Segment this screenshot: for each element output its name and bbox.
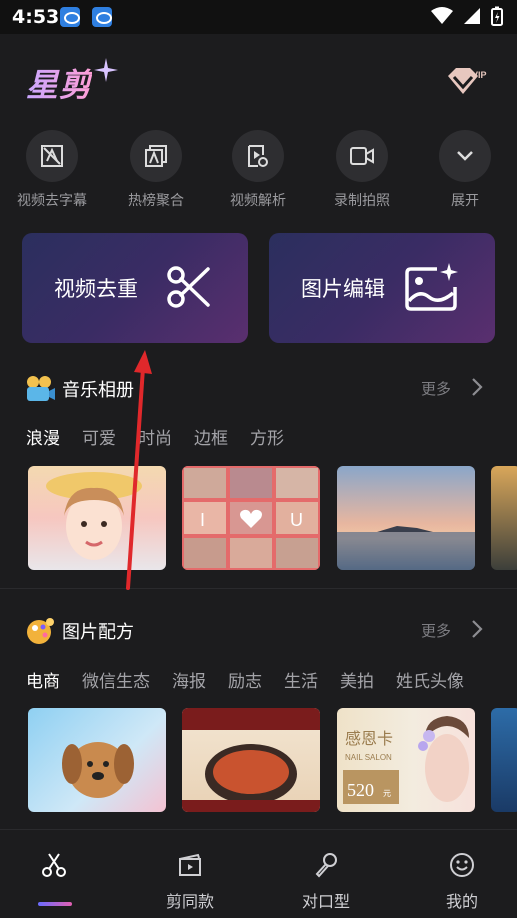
card-title: 感恩卡: [345, 729, 393, 748]
palette-icon: [27, 618, 54, 644]
template-thumbnail[interactable]: [491, 466, 517, 570]
nav-label: 剪同款: [165, 892, 214, 911]
status-indicators: [431, 6, 503, 26]
signal-icon: [464, 8, 480, 24]
template-thumbnail[interactable]: I U: [182, 466, 320, 570]
notification-app-icon: [92, 7, 112, 27]
tool-label: 展开: [451, 193, 479, 209]
category-chip[interactable]: 时尚: [138, 424, 172, 449]
no-subtitle-icon: [41, 145, 63, 167]
tool-remove-subtitle[interactable]: 视频去字幕: [0, 130, 104, 210]
template-thumbnail[interactable]: [337, 466, 475, 570]
portrait-photo: [46, 472, 142, 560]
movie-camera-icon: [27, 376, 55, 401]
nav-tab-edit[interactable]: [0, 852, 114, 888]
quick-tools: 视频去字幕 热榜聚合 视频解析 录制拍照 展开: [0, 130, 517, 210]
category-chip[interactable]: 美拍: [340, 667, 374, 692]
scissors-icon: [167, 266, 210, 308]
image-recipe-categories: 电商 微信生态 海报 励志 生活 美拍 姓氏头像: [26, 667, 486, 692]
card-price: 520: [347, 780, 374, 800]
tool-label: 视频去字幕: [17, 193, 87, 209]
nav-tab-lip-sync[interactable]: 对口型: [266, 852, 386, 912]
vip-label: VIP: [472, 70, 487, 80]
category-chip[interactable]: 可爱: [82, 424, 116, 449]
active-tab-indicator: [38, 902, 72, 906]
image-recipe-header: 图片配方 更多: [0, 612, 517, 652]
status-time: 4:53: [12, 6, 60, 28]
category-chip[interactable]: 浪漫: [26, 424, 60, 449]
nail-salon-card: 感恩卡 NAIL SALON 520 元: [343, 716, 469, 804]
i-love-u-collage: I U: [182, 466, 320, 570]
app-logo: 星剪: [26, 60, 92, 106]
collage-letter: I: [200, 510, 205, 530]
tool-label: 录制拍照: [334, 193, 390, 209]
tool-expand[interactable]: 展开: [413, 130, 517, 210]
battery-icon: [491, 6, 503, 26]
chevron-down-icon: [457, 151, 473, 161]
status-bar: 4:53: [0, 0, 517, 34]
tool-circle: [232, 130, 284, 182]
video-dedup-card[interactable]: 视频去重: [22, 233, 248, 343]
music-album-categories: 浪漫 可爱 时尚 边框 方形: [26, 424, 306, 449]
clapper-icon: [179, 853, 201, 876]
sparkle-icon: [94, 58, 118, 82]
template-thumbnail[interactable]: [28, 466, 166, 570]
tool-circle: [26, 130, 78, 182]
wifi-icon: [431, 7, 453, 24]
category-chip[interactable]: 电商: [26, 667, 60, 692]
chevron-right-icon[interactable]: [471, 377, 483, 397]
tool-circle: [130, 130, 182, 182]
smiley-icon: [450, 853, 474, 877]
template-thumbnail[interactable]: [28, 708, 166, 812]
card-price-unit: 元: [383, 789, 391, 798]
feature-label: 图片编辑: [301, 277, 385, 301]
image-edit-icon: [405, 263, 458, 311]
tool-label: 视频解析: [230, 193, 286, 209]
tool-circle: [439, 130, 491, 182]
image-recipe-templates: 感恩卡 NAIL SALON 520 元: [0, 708, 517, 814]
nav-tab-templates[interactable]: 剪同款: [130, 852, 250, 912]
template-thumbnail[interactable]: 感恩卡 NAIL SALON 520 元: [337, 708, 475, 812]
hot-list-icon: [145, 145, 167, 167]
tool-label: 热榜聚合: [128, 193, 184, 209]
section-title: 音乐相册: [62, 380, 134, 401]
microphone-icon: [315, 853, 337, 878]
category-chip[interactable]: 姓氏头像: [396, 667, 464, 692]
nav-label: 对口型: [301, 892, 350, 911]
tool-circle: [336, 130, 388, 182]
notification-app-icon: [60, 7, 80, 27]
category-chip[interactable]: 生活: [284, 667, 318, 692]
tool-hot-list[interactable]: 热榜聚合: [104, 130, 208, 210]
nav-tab-profile[interactable]: 我的: [402, 852, 517, 912]
nav-label: 我的: [445, 892, 478, 911]
section-title: 图片配方: [62, 622, 134, 643]
chevron-right-icon[interactable]: [471, 619, 483, 639]
section-divider: [0, 588, 517, 589]
card-subtitle: NAIL SALON: [345, 753, 392, 762]
bottom-navigation: 剪同款 对口型 我的: [0, 829, 517, 918]
image-edit-card[interactable]: 图片编辑: [269, 233, 495, 343]
category-chip[interactable]: 励志: [228, 667, 262, 692]
tool-record-photo[interactable]: 录制拍照: [310, 130, 414, 210]
category-chip[interactable]: 方形: [250, 424, 284, 449]
music-album-templates: I U: [0, 466, 517, 572]
video-parse-icon: [248, 145, 268, 167]
scissors-icon: [42, 853, 66, 877]
food-poster: [182, 708, 320, 812]
category-chip[interactable]: 微信生态: [82, 667, 150, 692]
music-album-header: 音乐相册 更多: [0, 370, 517, 410]
tool-video-parse[interactable]: 视频解析: [206, 130, 310, 210]
puppy-photo: [62, 742, 134, 798]
feature-label: 视频去重: [54, 277, 138, 301]
collage-letter: U: [290, 510, 303, 530]
category-chip[interactable]: 边框: [194, 424, 228, 449]
template-thumbnail[interactable]: [491, 708, 517, 812]
vip-diamond-icon[interactable]: VIP: [444, 66, 490, 100]
more-link[interactable]: 更多: [421, 620, 451, 641]
template-thumbnail[interactable]: [182, 708, 320, 812]
category-chip[interactable]: 海报: [172, 667, 206, 692]
more-link[interactable]: 更多: [421, 378, 451, 399]
sunset-sea-photo: [337, 526, 475, 570]
camera-record-icon: [350, 147, 374, 165]
